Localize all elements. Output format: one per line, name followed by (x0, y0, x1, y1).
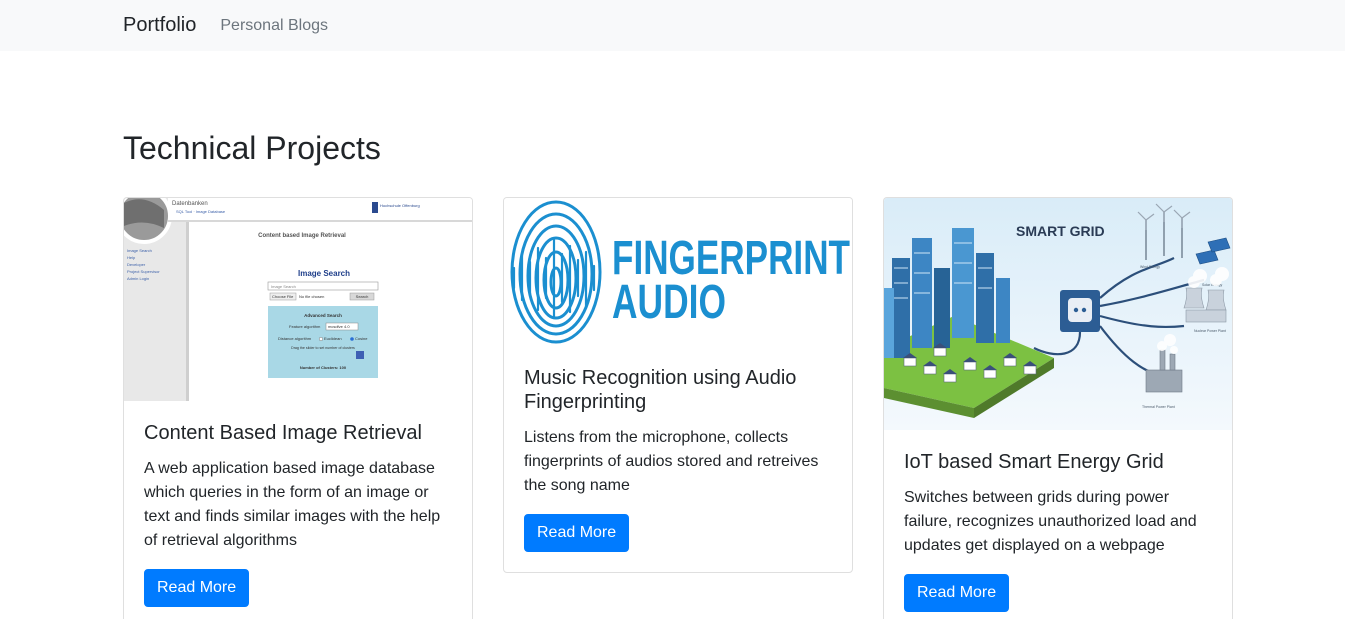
cbir-euclidean-label: Euclidean (324, 336, 342, 341)
card-body: Content Based Image Retrieval A web appl… (124, 401, 472, 619)
project-card-cbir: Datenbanken SQL Tool · Image Database Ho… (123, 197, 473, 619)
smart-grid-label: Nuclear Power Plant (1194, 329, 1226, 333)
cbir-sidebar-link: Developer (127, 262, 146, 267)
card-text: A web application based image database w… (144, 460, 441, 549)
cbir-cosine-label: Cosine (355, 336, 368, 341)
project-card-smart-grid: SMART GRID Wind Energy Solar Energy Nucl… (883, 197, 1233, 619)
page-title: Technical Projects (123, 130, 381, 166)
read-more-button[interactable]: Read More (524, 514, 630, 552)
cbir-sidebar-link: Project Supervisor (127, 269, 160, 274)
cbir-header-text: Datenbanken (172, 201, 208, 207)
smart-grid-label: Wind Energy (1140, 265, 1160, 269)
fingerprint-wordmark-line2: AUDIO (612, 276, 726, 329)
cbir-feature-label: Feature algorithm (289, 324, 321, 329)
smart-grid-label: Thermal Power Plant (1142, 405, 1175, 409)
navbar-brand[interactable]: Portfolio (123, 14, 196, 37)
read-more-button[interactable]: Read More (144, 569, 250, 607)
cbir-search-button: Search (356, 294, 369, 299)
cbir-heading: Content based Image Retrieval (258, 233, 346, 239)
card-title: Music Recognition using Audio Fingerprin… (524, 367, 797, 413)
cbir-university-text: Hochschule Offenburg (380, 203, 420, 208)
read-more-button[interactable]: Read More (904, 574, 1010, 612)
fingerprint-audio-image: FINGERPRINT AUDIO (504, 198, 852, 346)
cbir-screenshot-image: Datenbanken SQL Tool · Image Database Ho… (124, 198, 472, 401)
cbir-feature-value: mcsdfve 4.0 (328, 324, 350, 329)
card-text: Switches between grids during power fail… (904, 489, 1197, 554)
card-title: IoT based Smart Energy Grid (904, 451, 1164, 473)
cbir-search-title: Image Search (298, 269, 350, 278)
card-body: Music Recognition using Audio Fingerprin… (504, 346, 852, 572)
project-card-fingerprint: FINGERPRINT AUDIO Music Recognition usin… (503, 197, 853, 573)
cbir-file-status: No file chosen (299, 294, 324, 299)
cbir-sidebar-link: Image Search (127, 248, 152, 253)
card-text: Listens from the microphone, collects fi… (524, 429, 819, 494)
cbir-file-button: Choose File (272, 294, 294, 299)
smart-grid-image: SMART GRID Wind Energy Solar Energy Nucl… (884, 198, 1232, 430)
cbir-clusters-label: Number of Clusters: 100 (300, 365, 347, 370)
cbir-drag-hint: Drag the slider to set number of cluster… (291, 346, 355, 350)
cbir-distance-label: Distance algorithm (278, 336, 312, 341)
cbir-sidebar-link: Admin Login (127, 276, 149, 281)
cbir-search-placeholder: Image Search (271, 284, 296, 289)
cbir-sidebar-link: Help (127, 255, 136, 260)
top-navbar: Portfolio Personal Blogs (0, 0, 1345, 51)
card-body: IoT based Smart Energy Grid Switches bet… (884, 430, 1232, 619)
smart-grid-title: SMART GRID (1016, 223, 1105, 239)
nav-link-personal-blogs[interactable]: Personal Blogs (220, 17, 328, 35)
cbir-subheader-text: SQL Tool · Image Database (176, 209, 226, 214)
cbir-advanced-title: Advanced Search (304, 313, 342, 318)
card-title: Content Based Image Retrieval (144, 422, 422, 444)
